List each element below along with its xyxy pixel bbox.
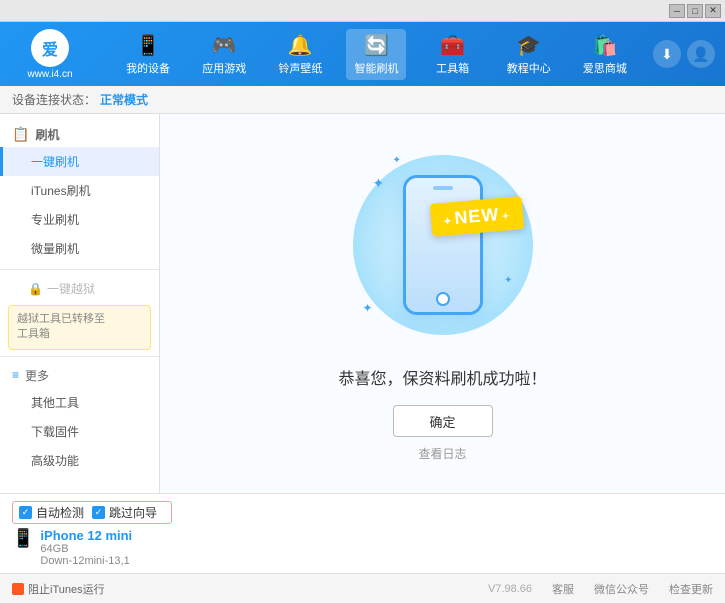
logo-url: www.i4.cn [27, 69, 72, 80]
nav-flash-label: 智能刷机 [354, 60, 398, 76]
success-illustration: NEW ✦ ✦ ✦ ✦ [343, 145, 543, 345]
nav-ringtone-label: 铃声壁纸 [278, 60, 322, 76]
phone-speaker [433, 186, 453, 190]
check-icon-1: ✓ [22, 508, 30, 517]
logo-icon: 爱 [31, 29, 69, 67]
header: 爱 www.i4.cn 📱 我的设备 🎮 应用游戏 🔔 铃声壁纸 🔄 智能刷机 … [0, 22, 725, 86]
sidebar-divider-1 [0, 269, 159, 270]
maximize-button[interactable]: □ [687, 4, 703, 18]
sidebar-item-pro[interactable]: 专业刷机 [0, 205, 159, 234]
footer-right: V7.98.66 客服 微信公众号 检查更新 [488, 581, 713, 597]
skip-wizard-checkbox[interactable]: ✓ 跳过向导 [92, 504, 157, 521]
device-phone-icon: 📱 [12, 528, 34, 549]
sidebar-section-more: ≡ 更多 [0, 363, 159, 388]
title-bar: ─ □ ✕ [0, 0, 725, 22]
sparkle-4: ✦ [363, 301, 373, 315]
flash-section-icon: 📋 [12, 126, 29, 143]
tutorial-icon: 🎓 [516, 33, 541, 58]
sparkle-3: ✦ [504, 275, 512, 286]
sidebar-section-flash: 📋 刷机 [0, 122, 159, 147]
auto-detect-checkbox[interactable]: ✓ 自动检测 [19, 504, 84, 521]
nav-toolbox[interactable]: 🧰 工具箱 [423, 29, 483, 80]
header-actions: ⬇ 👤 [653, 40, 715, 68]
content-area: NEW ✦ ✦ ✦ ✦ 恭喜您，保资料刷机成功啦！ 确定 查看日志 [160, 114, 725, 493]
nav-my-device-label: 我的设备 [126, 60, 170, 76]
flash-icon: 🔄 [364, 33, 389, 58]
auto-detect-label: 自动检测 [36, 504, 84, 521]
more-section-icon: ≡ [12, 368, 19, 382]
nav-ringtone[interactable]: 🔔 铃声壁纸 [270, 29, 330, 80]
status-value: 正常模式 [100, 91, 148, 108]
sidebar: 📋 刷机 一键刷机 iTunes刷机 专业刷机 微量刷机 🔒 一键越狱 越狱工具… [0, 114, 160, 493]
device-bar: ✓ 自动检测 ✓ 跳过向导 📱 iPhone 12 mini 64GB Down… [0, 493, 725, 573]
success-text: 恭喜您，保资料刷机成功啦！ [338, 365, 546, 389]
stop-icon [12, 583, 24, 595]
stop-itunes-button[interactable]: 阻止iTunes运行 [12, 581, 105, 597]
nav-tutorial-label: 教程中心 [507, 60, 551, 76]
nav-shop-label: 爱思商城 [583, 60, 627, 76]
customer-service-link[interactable]: 客服 [552, 581, 574, 597]
logo-area: 爱 www.i4.cn [10, 29, 90, 80]
auto-detect-box[interactable]: ✓ [19, 506, 32, 519]
toolbox-icon: 🧰 [440, 33, 465, 58]
ringtone-icon: 🔔 [288, 33, 313, 58]
status-bar: 设备连接状态： 正常模式 [0, 86, 725, 114]
jailbreak-label: 一键越狱 [47, 280, 95, 297]
sidebar-item-micro[interactable]: 微量刷机 [0, 234, 159, 263]
footer-left: 阻止iTunes运行 [12, 581, 472, 597]
sidebar-item-download-fw[interactable]: 下载固件 [0, 417, 159, 446]
app-game-icon: 🎮 [212, 33, 237, 58]
footer: 阻止iTunes运行 V7.98.66 客服 微信公众号 检查更新 [0, 573, 725, 603]
sidebar-item-jailbreak-disabled: 🔒 一键越狱 [0, 276, 159, 301]
nav-bar: 📱 我的设备 🎮 应用游戏 🔔 铃声壁纸 🔄 智能刷机 🧰 工具箱 🎓 教程中心… [110, 29, 643, 80]
nav-toolbox-label: 工具箱 [436, 60, 469, 76]
download-button[interactable]: ⬇ [653, 40, 681, 68]
device-name: iPhone 12 mini [40, 528, 132, 543]
nav-tutorial[interactable]: 🎓 教程中心 [499, 29, 559, 80]
nav-app-game[interactable]: 🎮 应用游戏 [194, 29, 254, 80]
sidebar-item-other-tools[interactable]: 其他工具 [0, 388, 159, 417]
title-bar-buttons: ─ □ ✕ [669, 4, 721, 18]
sidebar-item-itunes[interactable]: iTunes刷机 [0, 176, 159, 205]
sparkle-2: ✦ [393, 155, 401, 166]
checkbox-row: ✓ 自动检测 ✓ 跳过向导 [12, 501, 172, 524]
skip-wizard-label: 跳过向导 [109, 504, 157, 521]
minimize-button[interactable]: ─ [669, 4, 685, 18]
skip-wizard-box[interactable]: ✓ [92, 506, 105, 519]
device-storage: 64GB [40, 543, 132, 555]
version-text: V7.98.66 [488, 583, 532, 595]
user-button[interactable]: 👤 [687, 40, 715, 68]
jailbreak-notice-text: 越狱工具已转移至工具箱 [17, 313, 105, 340]
sidebar-divider-2 [0, 356, 159, 357]
lock-icon: 🔒 [28, 282, 43, 296]
log-link[interactable]: 查看日志 [418, 445, 466, 462]
check-icon-2: ✓ [95, 508, 103, 517]
my-device-icon: 📱 [136, 33, 161, 58]
nav-my-device[interactable]: 📱 我的设备 [118, 29, 178, 80]
wechat-link[interactable]: 微信公众号 [594, 581, 649, 597]
jailbreak-notice: 越狱工具已转移至工具箱 [8, 305, 151, 350]
nav-app-game-label: 应用游戏 [202, 60, 246, 76]
nav-shop[interactable]: 🛍️ 爱思商城 [575, 29, 635, 80]
confirm-button[interactable]: 确定 [393, 405, 493, 437]
sidebar-item-advanced[interactable]: 高级功能 [0, 446, 159, 475]
sidebar-section-flash-label: 刷机 [35, 126, 59, 143]
main-layout: 📋 刷机 一键刷机 iTunes刷机 专业刷机 微量刷机 🔒 一键越狱 越狱工具… [0, 114, 725, 493]
sidebar-item-one-click[interactable]: 一键刷机 [0, 147, 159, 176]
device-info: iPhone 12 mini 64GB Down-12mini-13,1 [40, 528, 132, 567]
phone-home-button [436, 292, 450, 306]
device-left-panel: ✓ 自动检测 ✓ 跳过向导 📱 iPhone 12 mini 64GB Down… [12, 501, 172, 567]
check-update-link[interactable]: 检查更新 [669, 581, 713, 597]
device-model: Down-12mini-13,1 [40, 555, 132, 567]
status-label: 设备连接状态： [12, 91, 96, 108]
phone-illustration [403, 175, 483, 315]
stop-label: 阻止iTunes运行 [28, 581, 105, 597]
shop-icon: 🛍️ [592, 33, 617, 58]
sparkle-1: ✦ [373, 175, 385, 192]
nav-flash[interactable]: 🔄 智能刷机 [346, 29, 406, 80]
sidebar-more-label: 更多 [25, 367, 49, 384]
close-button[interactable]: ✕ [705, 4, 721, 18]
